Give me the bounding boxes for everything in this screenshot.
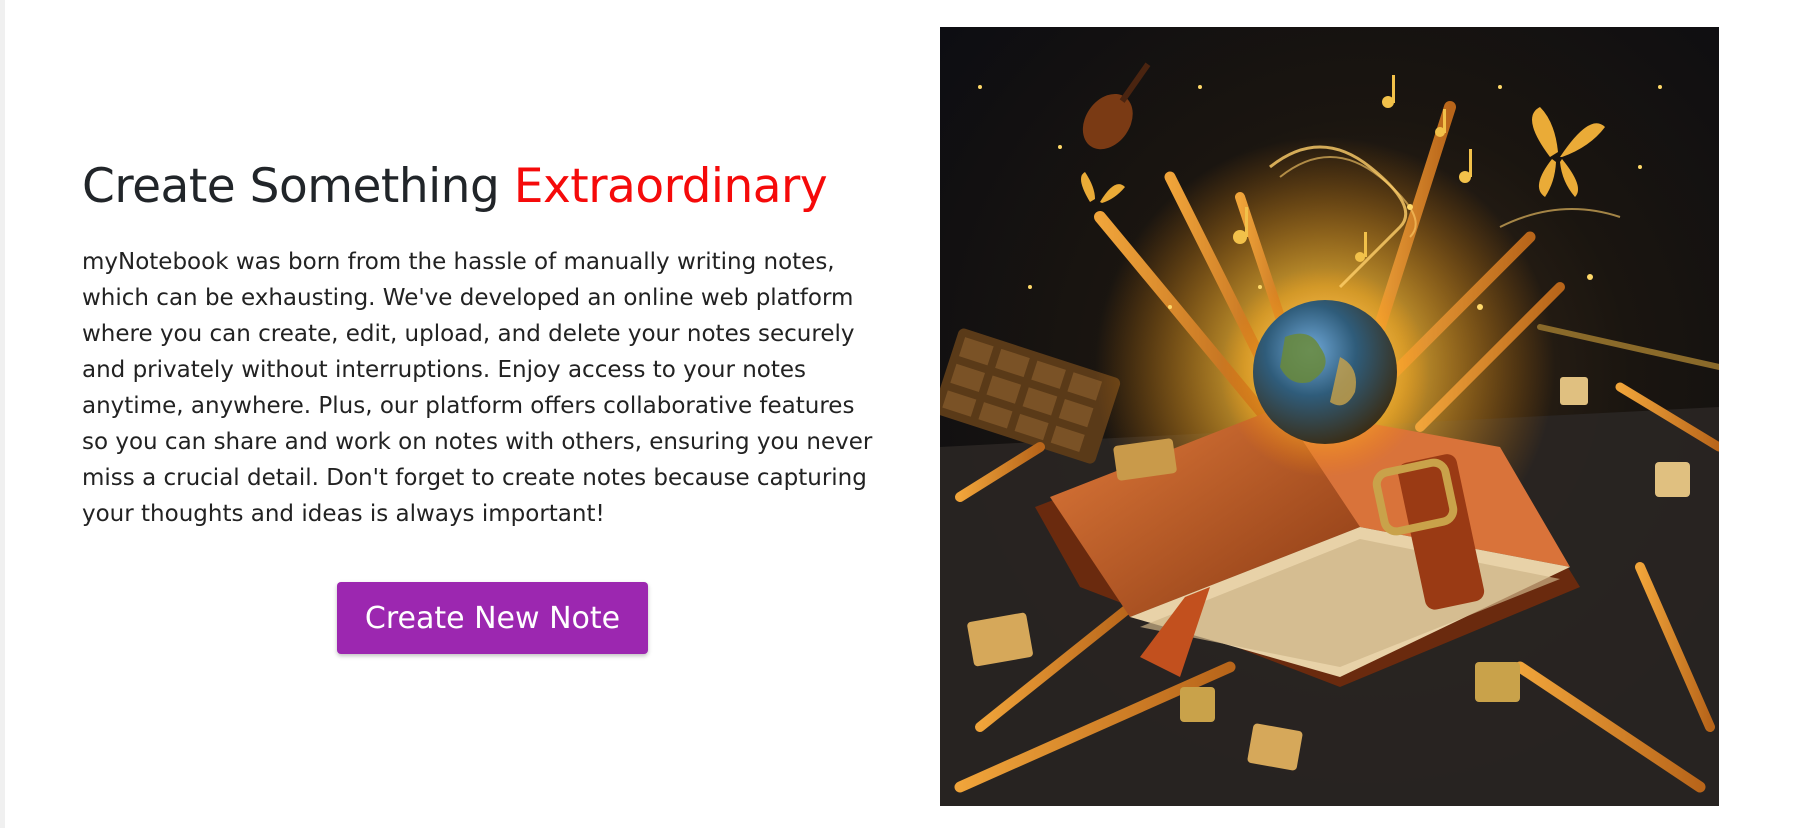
hero-title: Create Something Extraordinary [82,159,902,214]
hero-illustration [940,27,1719,806]
description-line: and privately without interruptions. Enj… [82,357,807,384]
description-line: myNotebook was born from the hassle of m… [82,249,835,276]
description-line: anytime, anywhere. Plus, our platform of… [82,393,855,420]
create-new-note-button[interactable]: Create New Note [337,582,648,654]
description-line: your thoughts and ideas is always import… [82,501,605,528]
description-line: which can be exhausting. We've developed… [82,285,854,312]
description-line: where you can create, edit, upload, and … [82,321,855,348]
hero-section: Create Something Extraordinary myNoteboo… [82,159,902,532]
hero-description: myNotebook was born from the hassle of m… [82,244,902,532]
page-left-edge [0,0,5,828]
description-line: so you can share and work on notes with … [82,429,873,456]
description-line: miss a crucial detail. Don't forget to c… [82,465,867,492]
hero-title-main: Create Something [82,159,500,214]
hero-title-accent: Extraordinary [513,159,828,214]
